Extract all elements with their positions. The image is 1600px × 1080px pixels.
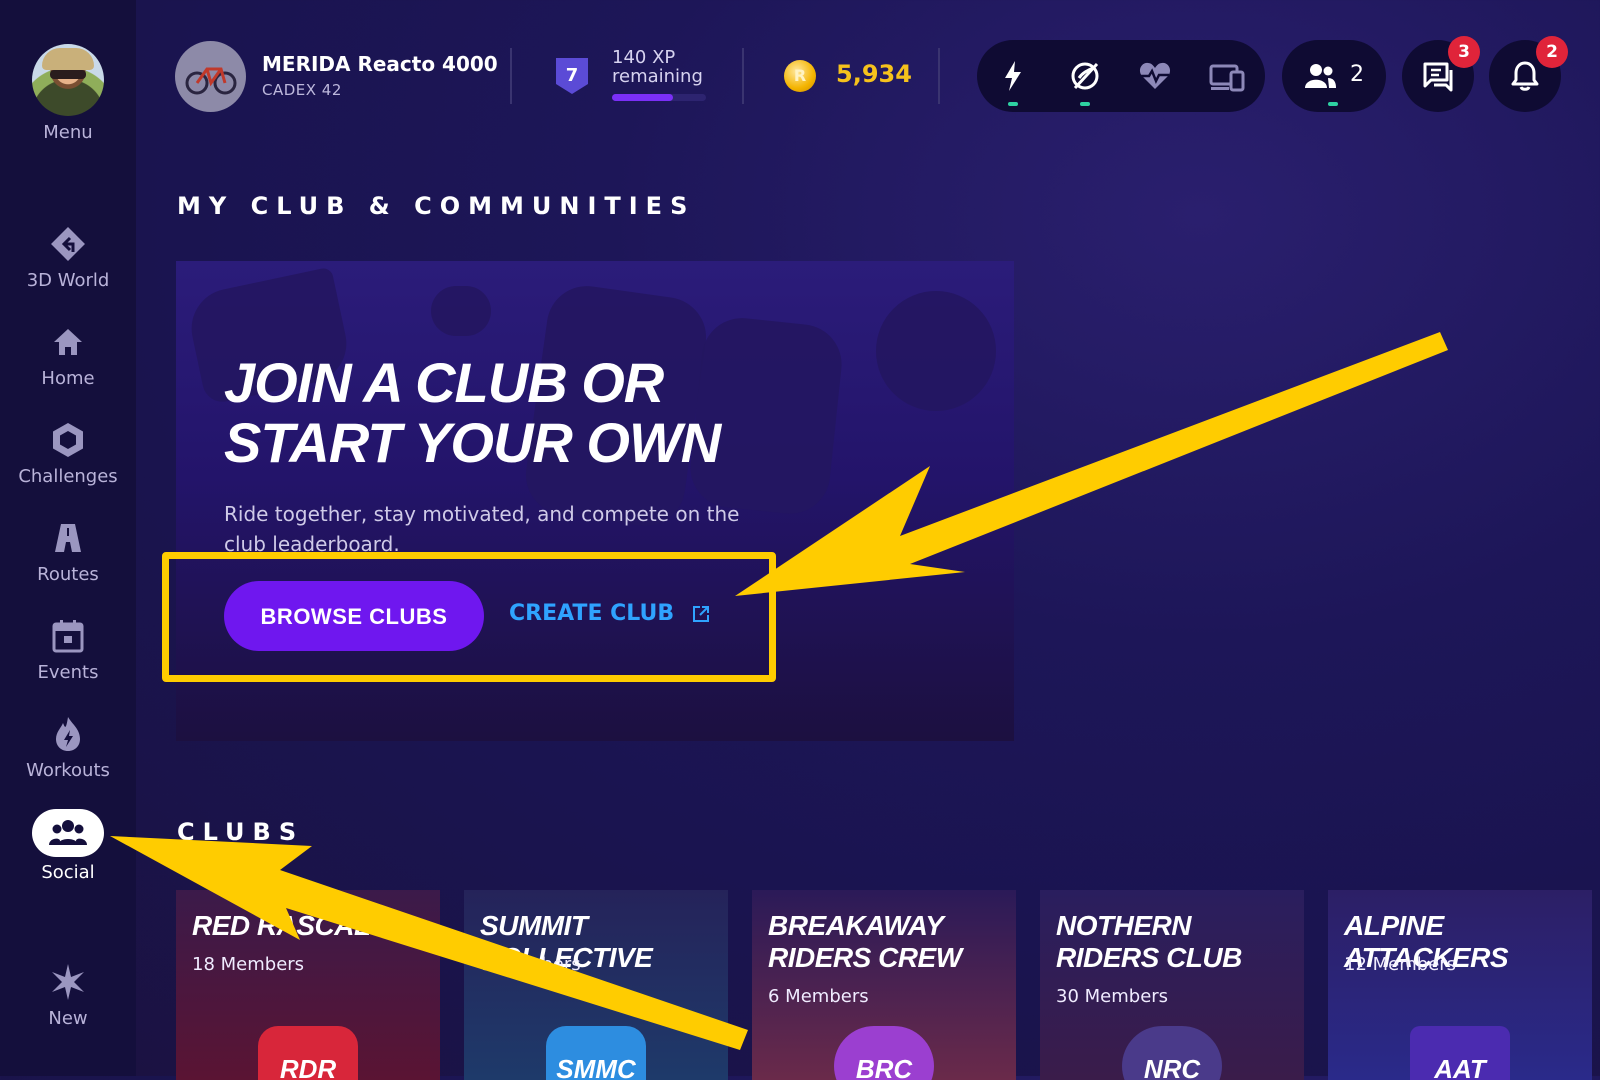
annotation-arrow-to-social [110,836,748,1050]
annotation-arrow-to-create-club [735,332,1448,596]
annotation-arrows [110,332,1448,1050]
